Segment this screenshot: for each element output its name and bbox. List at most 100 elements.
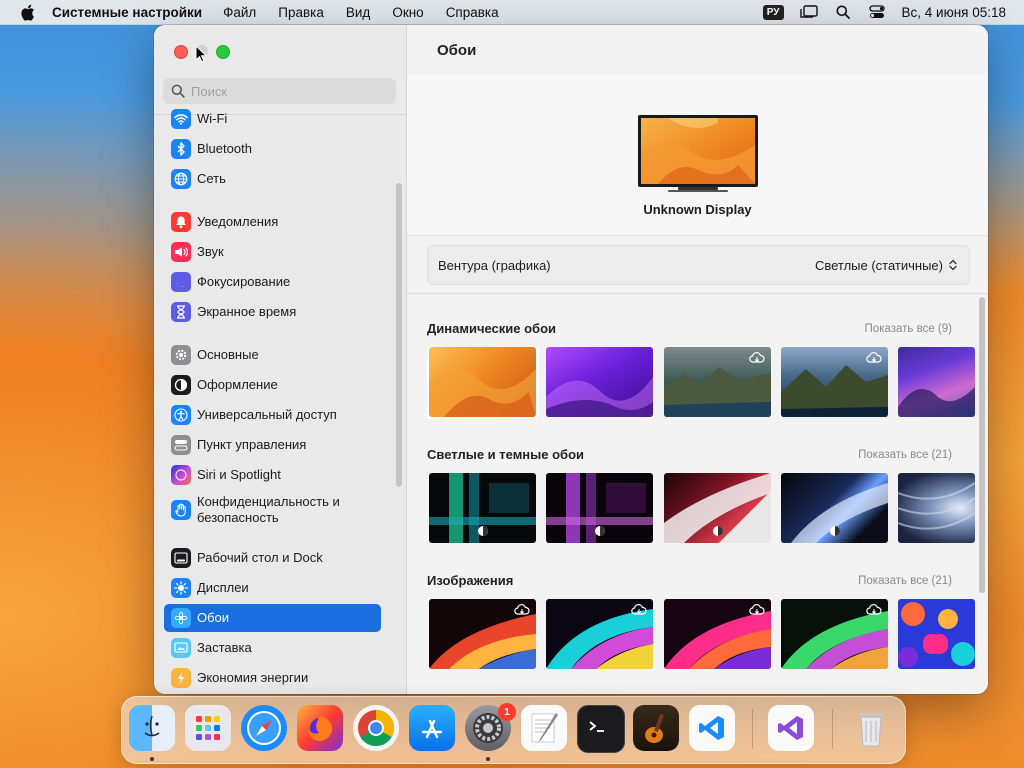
wallpaper-thumb-light-dark-1[interactable] (429, 473, 536, 543)
menu-help[interactable]: Справка (446, 5, 499, 20)
wallpaper-thumb-catalina-day[interactable] (664, 347, 771, 417)
menu-file[interactable]: Файл (223, 5, 256, 20)
zoom-button[interactable] (216, 45, 230, 59)
sidebar-item-control-center[interactable]: Пункт управления (164, 431, 381, 459)
control-center-icon[interactable] (868, 4, 886, 20)
finder-icon[interactable] (129, 705, 175, 751)
visual-studio-icon[interactable] (768, 705, 814, 751)
download-cloud-icon[interactable] (749, 352, 765, 364)
chevron-up-down-icon (949, 259, 957, 271)
firefox-icon[interactable] (297, 705, 343, 751)
safari-icon[interactable] (241, 705, 287, 751)
sidebar-item-energy-saver[interactable]: Экономия энергии (164, 664, 381, 692)
control-center-icon (171, 435, 191, 455)
sidebar-item-bluetooth[interactable]: Bluetooth (164, 135, 381, 163)
wallpaper-thumb-monterey[interactable] (546, 347, 653, 417)
sidebar-item-label: Сеть (197, 171, 226, 186)
main-scrollbar[interactable] (979, 297, 985, 593)
sidebar-item-network[interactable]: Сеть (164, 165, 381, 193)
wallpaper-thumb-light-dark-2[interactable] (546, 473, 653, 543)
download-cloud-icon[interactable] (514, 604, 530, 616)
day-night-icon (712, 526, 723, 536)
sidebar-item-label: Экономия энергии (197, 670, 309, 685)
search-field[interactable] (163, 78, 396, 104)
close-button[interactable] (174, 45, 188, 59)
vscode-icon[interactable] (689, 705, 735, 751)
dynamic-wallpapers-row (427, 347, 975, 419)
sidebar-item-label: Wi-Fi (197, 111, 228, 126)
sidebar-item-privacy[interactable]: Конфиденциальность и безопасность (164, 491, 381, 529)
sidebar-item-screen-time[interactable]: Экранное время (164, 298, 381, 326)
appearance-icon (171, 375, 191, 395)
menu-window[interactable]: Окно (392, 5, 423, 20)
show-all-pictures-link[interactable]: Показать все (21) (858, 575, 952, 587)
apple-icon[interactable] (18, 3, 36, 21)
app-store-icon[interactable] (409, 705, 455, 751)
wifi-icon (171, 109, 191, 129)
sidebar-item-label: Основные (197, 347, 259, 362)
wallpaper-thumb-picture-2[interactable] (546, 599, 653, 669)
terminal-icon[interactable] (577, 705, 625, 753)
siri-icon (171, 465, 191, 485)
menu-clock[interactable]: Вс, 4 июня 05:18 (902, 5, 1006, 20)
sidebar-item-notifications[interactable]: Уведомления (164, 208, 381, 236)
sidebar-item-appearance[interactable]: Оформление (164, 371, 381, 399)
sidebar-scrollbar[interactable] (396, 183, 402, 487)
textedit-icon[interactable] (521, 705, 567, 751)
menu-edit[interactable]: Правка (278, 5, 324, 20)
search-input[interactable] (191, 83, 391, 99)
spotlight-search-icon[interactable] (834, 4, 852, 20)
bell-icon (171, 212, 191, 232)
wallpaper-thumb-picture-4[interactable] (781, 599, 888, 669)
menu-app-name[interactable]: Системные настройки (52, 5, 202, 20)
sidebar-item-focus[interactable]: Фокусирование (164, 268, 381, 296)
wallpaper-thumb-catalina-night[interactable] (781, 347, 888, 417)
wallpaper-thumb-big-sur[interactable] (898, 347, 975, 417)
wallpaper-thumb-picture-5[interactable] (898, 599, 975, 669)
show-all-light-dark-link[interactable]: Показать все (21) (858, 449, 952, 461)
sidebar-item-general[interactable]: Основные (164, 341, 381, 369)
settings-window: Wi-Fi Bluetooth Сеть Уведомления Звук Фо… (154, 25, 988, 694)
wallpaper-thumb-light-dark-4[interactable] (781, 473, 888, 543)
sidebar-item-label: Звук (197, 244, 224, 259)
wallpaper-thumb-light-dark-5[interactable] (898, 473, 975, 543)
sidebar-item-displays[interactable]: Дисплеи (164, 574, 381, 602)
wallpaper-thumb-picture-3[interactable] (664, 599, 771, 669)
day-night-icon (477, 526, 488, 536)
trash-icon[interactable] (848, 705, 894, 751)
sidebar-item-wallpaper[interactable]: Обои (164, 604, 381, 632)
sidebar-item-sound[interactable]: Звук (164, 238, 381, 266)
moon-icon (171, 272, 191, 292)
sidebar-item-wifi[interactable]: Wi-Fi (164, 109, 381, 133)
menu-view[interactable]: Вид (346, 5, 370, 20)
menu-bar: Системные настройки Файл Правка Вид Окно… (0, 0, 1024, 25)
sidebar-item-label: Универсальный доступ (197, 407, 337, 422)
stage-manager-icon[interactable] (799, 4, 818, 20)
wallpaper-thumb-light-dark-3[interactable] (664, 473, 771, 543)
chrome-icon[interactable] (353, 705, 399, 751)
sidebar-item-screensaver[interactable]: Заставка (164, 634, 381, 662)
display-preview (638, 115, 758, 192)
show-all-dynamic-link[interactable]: Показать все (9) (865, 323, 952, 335)
pictures-row (427, 599, 975, 671)
gear-icon (171, 345, 191, 365)
divider (407, 293, 988, 294)
download-cloud-icon[interactable] (866, 604, 882, 616)
download-cloud-icon[interactable] (631, 604, 647, 616)
sidebar-item-siri-spotlight[interactable]: Siri и Spotlight (164, 461, 381, 489)
dock-separator (752, 709, 753, 749)
finder-running-indicator (150, 757, 154, 761)
wallpaper-thumb-ventura[interactable] (427, 347, 539, 419)
garageband-icon[interactable] (633, 705, 679, 751)
sidebar-item-desktop-dock[interactable]: Рабочий стол и Dock (164, 544, 381, 572)
sidebar-item-accessibility[interactable]: Универсальный доступ (164, 401, 381, 429)
launchpad-icon[interactable] (185, 705, 231, 751)
download-cloud-icon[interactable] (866, 352, 882, 364)
download-cloud-icon[interactable] (749, 604, 765, 616)
sidebar-item-label: Siri и Spotlight (197, 467, 281, 482)
section-title-pictures: Изображения (427, 573, 514, 588)
speaker-icon (171, 242, 191, 262)
appearance-mode-select[interactable]: Светлые (статичные) (815, 258, 957, 273)
wallpaper-thumb-picture-1[interactable] (429, 599, 536, 669)
input-source-badge[interactable]: РУ (762, 4, 784, 20)
